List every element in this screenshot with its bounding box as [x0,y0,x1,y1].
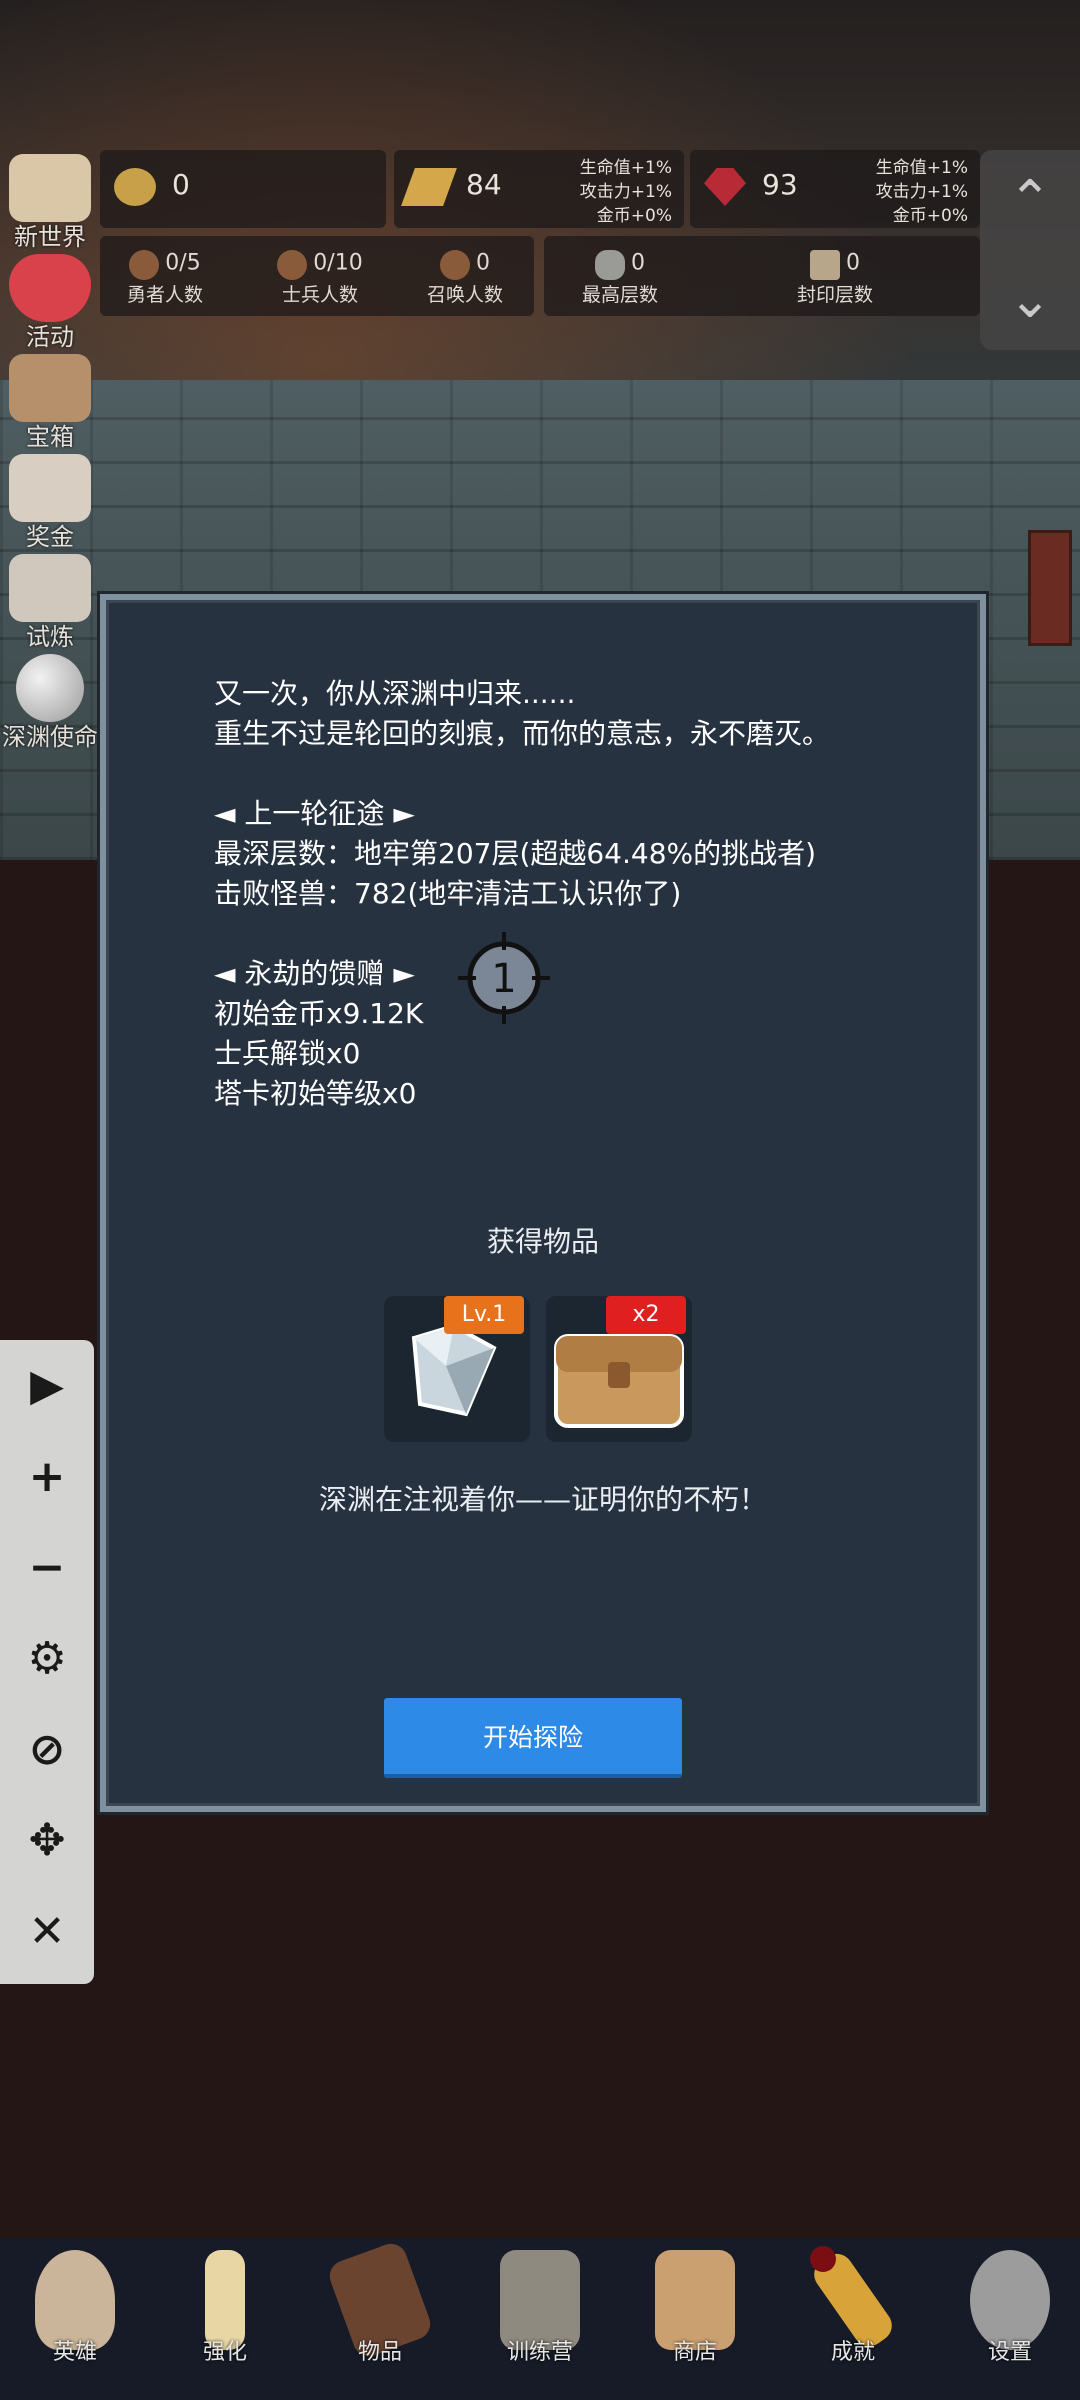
menu-events[interactable]: 活动 [0,250,100,351]
scroll-up-button[interactable]: ⌃ [980,150,1080,250]
max-floor-count: 0 最高层数 [581,250,658,306]
feather-icon [9,554,91,622]
gold-counter: 84 生命值+1% 攻击力+1% 金币+0% [394,150,684,228]
gold-bonus: 生命值+1% 攻击力+1% 金币+0% [579,158,672,226]
move-icon: ✥ [28,1815,66,1866]
scroll-down-button[interactable]: ⌄ [980,250,1080,350]
summon-count: 0 召唤人数 [426,250,503,306]
item-level-tag: Lv.1 [444,1296,524,1334]
hide-ui-button[interactable]: ⊘ [0,1704,94,1795]
chevron-down-icon: ⌄ [1008,270,1052,330]
eye-hidden-icon: ⊘ [28,1724,66,1775]
reward-diamond[interactable]: Lv.1 [384,1296,530,1442]
nav-items[interactable]: 物品 [305,2238,455,2400]
heart-icon [9,254,91,322]
menu-bonus[interactable]: 奖金 [0,450,100,551]
play-icon: ▶ [30,1360,64,1411]
soldier-avatar-icon [277,250,308,280]
items-title: 获得物品 [486,1225,599,1258]
zoom-out-button[interactable]: − [0,1522,94,1613]
orb-icon [16,654,84,722]
reward-chest[interactable]: x2 [546,1296,692,1442]
nav-heroes[interactable]: 英雄 [0,2238,150,2400]
stone-icon [595,250,625,280]
ruby-icon [704,168,746,206]
gem-counter: 93 生命值+1% 攻击力+1% 金币+0% [690,150,980,228]
gold-bar-icon [401,168,457,206]
scroll-icon [810,250,840,280]
plus-icon: + [28,1451,66,1502]
hero-avatar-icon [129,250,160,280]
nav-upgrade[interactable]: 强化 [150,2238,300,2400]
section-previous-run: ◄ 上一轮征途 ► [214,797,415,830]
close-button[interactable]: ✕ [0,1886,94,1977]
chest-icon [9,354,91,422]
deepest-floor: 最深层数：地牢第207层(超越64.48%的挑战者) [214,837,817,870]
wall-banner [1028,530,1072,646]
menu-new-world[interactable]: 新世界 [0,150,100,251]
crosshair-marker[interactable]: 1 [456,930,552,1026]
notification-dot [810,2246,836,2272]
intro-line-1: 又一次，你从深渊中归来...... [214,677,576,710]
scroll-controls: ⌃ ⌄ [980,150,1080,350]
hero-count: 0/5 勇者人数 [126,250,203,306]
chevron-up-icon: ⌃ [1008,170,1052,230]
nav-settings[interactable]: 设置 [935,2238,1080,2400]
move-button[interactable]: ✥ [0,1795,94,1886]
map-scroll-icon [9,154,91,222]
soldier-count: 0/10 士兵人数 [250,250,390,307]
minus-icon: − [28,1542,66,1593]
rebirth-summary: 又一次，你从深渊中归来...... 重生不过是轮回的刻痕，而你的意志，永不磨灭。… [214,674,830,1114]
play-button[interactable]: ▶ [0,1340,94,1431]
intro-line-2: 重生不过是轮回的刻痕，而你的意志，永不磨灭。 [214,717,831,750]
gift-soldier-unlock: 士兵解锁x0 [214,1037,361,1070]
gift-taka-level: 塔卡初始等级x0 [214,1077,417,1110]
coin-icon [114,168,156,206]
zoom-in-button[interactable]: + [0,1431,94,1522]
menu-trial[interactable]: 试炼 [0,550,100,651]
control-toolbar: ▶ + − ⚙ ⊘ ✥ ✕ [0,1340,94,1984]
bottom-navigation: 英雄 强化 物品 训练营 商店 成就 设置 [0,2238,1080,2400]
menu-chest[interactable]: 宝箱 [0,350,100,451]
summon-avatar-icon [440,250,470,280]
abyss-message: 深渊在注视着你——证明你的不朽！ [318,1483,767,1516]
nav-achievements[interactable]: 成就 [778,2238,928,2400]
item-count-tag: x2 [606,1296,686,1334]
close-icon: ✕ [28,1906,66,1957]
sealed-floor-count: 0 封印层数 [796,250,873,306]
coin-counter: 0 [100,150,386,228]
monsters-defeated: 击败怪兽：782(地牢清洁工认识你了) [214,877,682,910]
envelope-icon [9,454,91,522]
gear-icon: ⚙ [27,1633,67,1684]
menu-abyss-mission[interactable]: 深渊使命 [0,650,100,751]
crosshair-number: 1 [491,956,516,1002]
nav-shop[interactable]: 商店 [620,2238,770,2400]
nav-training-camp[interactable]: 训练营 [465,2238,615,2400]
gem-bonus: 生命值+1% 攻击力+1% 金币+0% [875,158,968,226]
settings-button[interactable]: ⚙ [0,1613,94,1704]
start-adventure-button[interactable]: 开始探险 [384,1698,682,1778]
rebirth-dialog: 又一次，你从深渊中归来...... 重生不过是轮回的刻痕，而你的意志，永不磨灭。… [100,594,986,1812]
